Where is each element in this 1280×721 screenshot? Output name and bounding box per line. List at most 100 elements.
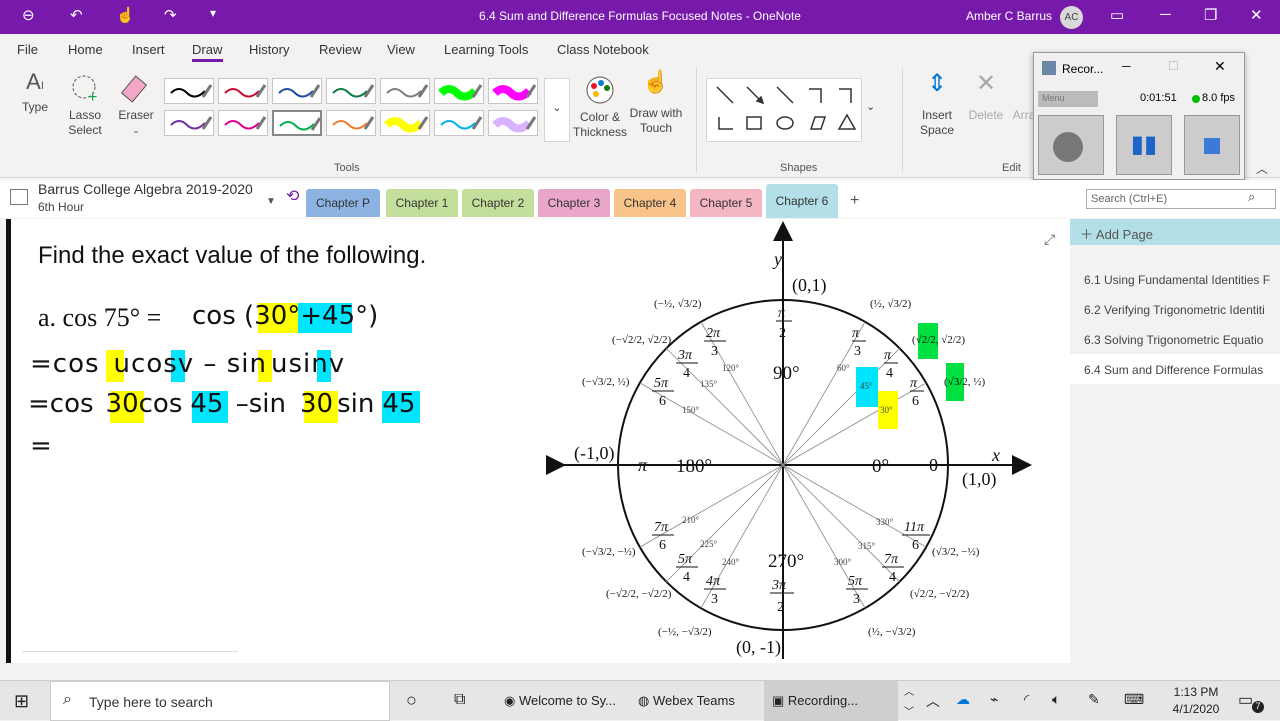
recorder-maximize-icon[interactable]: ☐ <box>1168 59 1179 73</box>
tab-class-notebook[interactable]: Class Notebook <box>557 42 649 57</box>
unit-circle-diagram: y x (0,1) (0, -1) (-1,0) (1,0) 90° 180° … <box>546 221 1032 659</box>
tab-review[interactable]: Review <box>319 42 362 57</box>
stop-button[interactable] <box>1184 115 1240 175</box>
webex-icon: ◍ <box>638 693 650 708</box>
onedrive-icon[interactable]: ☁ <box>956 691 970 708</box>
volume-icon[interactable]: 🔈︎ <box>1052 691 1060 708</box>
shapes-more-icon[interactable]: ⌄ <box>866 100 875 113</box>
answer-line[interactable]: = <box>30 431 52 461</box>
x-axis-label: x <box>991 445 1000 465</box>
pen-swatch[interactable] <box>218 78 268 104</box>
section-tab-chapter-1[interactable]: Chapter 1 <box>386 189 458 217</box>
tab-file[interactable]: File <box>17 42 38 57</box>
svg-text:3π: 3π <box>771 578 787 593</box>
user-name[interactable]: Amber C Barrus <box>966 9 1052 23</box>
note-heading[interactable]: Find the exact value of the following. <box>38 242 426 270</box>
notebook-dropdown-icon[interactable]: ▼ <box>266 196 276 207</box>
tab-home[interactable]: Home <box>68 42 103 57</box>
taskbar-app-chrome[interactable]: ◉ Welcome to Sy... <box>498 681 628 721</box>
windows-start-icon[interactable]: ⊞ <box>14 691 29 712</box>
close-icon[interactable]: ✕ <box>1250 6 1263 24</box>
svg-text:6: 6 <box>912 538 919 553</box>
substitution-line[interactable]: =cos 30cos 45 –sin 30 sin 45 <box>28 389 415 419</box>
insert-space-button[interactable]: ⇕ Insert Space <box>912 72 962 138</box>
pen-swatch[interactable] <box>272 110 322 136</box>
pen-gallery-more-icon[interactable]: ⌄ <box>544 78 570 142</box>
task-view-icon[interactable]: ⧉ <box>454 691 465 709</box>
lasso-select-button[interactable]: + Lasso Select <box>64 74 106 138</box>
pen-swatch[interactable] <box>164 78 214 104</box>
avatar[interactable]: AC <box>1060 6 1083 29</box>
pen-swatch[interactable] <box>218 110 268 136</box>
note-page[interactable]: Find the exact value of the following. a… <box>6 219 1070 663</box>
pen-swatch[interactable] <box>272 78 322 104</box>
section-tab-chapter-5[interactable]: Chapter 5 <box>690 189 762 217</box>
restore-icon[interactable]: ❐ <box>1204 6 1217 24</box>
search-icon[interactable]: ⌕ <box>1248 189 1255 205</box>
svg-text:(−√2/2, −√2/2): (−√2/2, −√2/2) <box>606 588 672 600</box>
collapse-ribbon-icon[interactable]: ︿ <box>1256 160 1268 177</box>
tab-view[interactable]: View <box>387 42 415 57</box>
eraser-dropdown-icon[interactable]: ⌄ <box>116 123 156 138</box>
color-thickness-button[interactable]: Color & Thickness <box>572 74 628 140</box>
keyboard-icon[interactable]: ⌨ <box>1124 691 1144 708</box>
tab-draw[interactable]: Draw <box>192 42 222 57</box>
type-button[interactable]: AI Type <box>16 71 54 115</box>
recorder-close-icon[interactable]: ✕ <box>1214 58 1226 75</box>
pen-swatch[interactable] <box>488 78 538 104</box>
page-item[interactable]: 6.2 Verifying Trigonometric Identiti <box>1070 294 1280 324</box>
pen-swatch[interactable] <box>326 78 376 104</box>
page-item[interactable]: 6.3 Solving Trigonometric Equatio <box>1070 324 1280 354</box>
recorder-title: Recor... <box>1062 62 1104 76</box>
section-tab-chapter-2[interactable]: Chapter 2 <box>462 189 534 217</box>
page-item[interactable]: 6.1 Using Fundamental Identities F <box>1070 264 1280 294</box>
sync-icon[interactable]: ⟲ <box>286 186 299 206</box>
section-tab-chapter-4[interactable]: Chapter 4 <box>614 189 686 217</box>
expand-icon[interactable]: ⤢ <box>1044 231 1055 248</box>
usb-icon[interactable]: ⌁ <box>990 691 998 708</box>
scroll-down-icon[interactable]: ﹀ <box>904 703 914 718</box>
pause-button[interactable]: ▮▮ <box>1116 115 1172 175</box>
pen-icon[interactable]: ✎ <box>1088 691 1100 708</box>
camera-button[interactable] <box>1038 115 1104 175</box>
pen-swatch[interactable] <box>380 78 430 104</box>
eraser-button[interactable]: Eraser ⌄ <box>116 74 156 138</box>
wifi-icon[interactable]: ◜ <box>1024 691 1029 708</box>
svg-text:π: π <box>778 306 786 321</box>
pen-swatch[interactable] <box>380 110 430 136</box>
add-page-button[interactable]: ＋ Add Page <box>1070 219 1280 245</box>
tab-learning-tools[interactable]: Learning Tools <box>444 42 528 57</box>
pen-swatch[interactable] <box>164 110 214 136</box>
formula-line[interactable]: =cos ucosv – sin usinv <box>30 349 345 379</box>
pen-swatch[interactable] <box>326 110 376 136</box>
taskbar-app-webex[interactable]: ◍ Webex Teams <box>632 681 760 721</box>
pen-swatch[interactable] <box>434 110 484 136</box>
clock[interactable]: 1:13 PM 4/1/2020 <box>1168 685 1224 716</box>
section-name[interactable]: 6th Hour <box>38 200 84 214</box>
recorder-minimize-icon[interactable]: ─ <box>1122 59 1131 73</box>
taskbar-search[interactable]: ⌕ Type here to search <box>50 681 390 721</box>
section-tab-chapter-6[interactable]: Chapter 6 <box>766 184 838 218</box>
section-tab-chapter-p[interactable]: Chapter P <box>306 189 380 217</box>
tab-history[interactable]: History <box>249 42 289 57</box>
recorder-menu[interactable]: Menu <box>1038 91 1098 107</box>
svg-text:7π: 7π <box>884 552 899 567</box>
page-item-selected[interactable]: 6.4 Sum and Difference Formulas <box>1070 354 1280 384</box>
minimize-icon[interactable]: ─ <box>1160 6 1171 23</box>
problem-a-label[interactable]: a. cos 75° = <box>38 303 161 333</box>
pen-swatch[interactable] <box>434 78 484 104</box>
show-hidden-icons-icon[interactable]: ︿ <box>926 691 940 711</box>
draw-with-touch-button[interactable]: ☝ Draw with Touch <box>628 71 684 136</box>
add-section-icon[interactable]: + <box>850 192 859 210</box>
tab-insert[interactable]: Insert <box>132 42 165 57</box>
notifications-icon[interactable]: ▭ <box>1238 690 1253 710</box>
section-tab-chapter-3[interactable]: Chapter 3 <box>538 189 610 217</box>
taskbar-app-recording[interactable]: ▣ Recording... <box>764 681 898 721</box>
problem-a-rewrite[interactable]: cos (30°+45°) <box>192 301 378 331</box>
notebook-name[interactable]: Barrus College Algebra 2019-2020 <box>38 181 253 197</box>
delete-button[interactable]: ✕ Delete <box>966 72 1006 123</box>
ribbon-display-icon[interactable]: ▭ <box>1110 6 1124 24</box>
scroll-up-icon[interactable]: ︿ <box>904 683 914 698</box>
pen-swatch[interactable] <box>488 110 538 136</box>
cortana-icon[interactable]: ○ <box>406 690 417 711</box>
